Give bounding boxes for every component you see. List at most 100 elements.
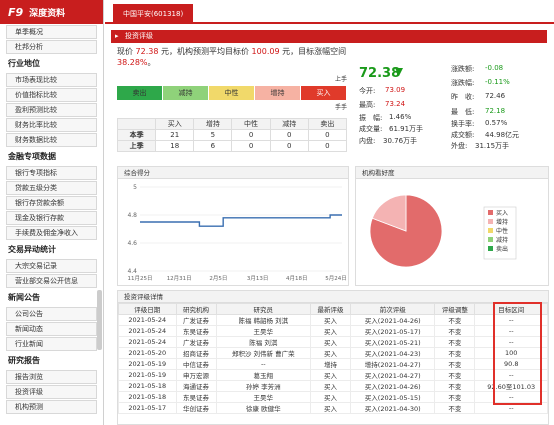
legend-label: 买入 [496, 209, 508, 217]
detail-cell: 90.8 [474, 358, 548, 370]
amp-label: 振 幅: [359, 114, 383, 122]
rating-table-cell: 21 [155, 129, 195, 141]
sidebar-section: 金融专项数据 [8, 152, 56, 161]
chg-label: 涨跌额: [451, 65, 475, 73]
score-trend-panel: 综合得分 5 4.8 4.6 4.4 11月25日 12月31日 2月5日 3月13日 4月18… [117, 166, 349, 286]
rating-segment: 卖出 [117, 86, 163, 100]
detail-cell: 不变 [434, 380, 476, 392]
sidebar-item[interactable]: 价值指标比较 [6, 88, 97, 102]
table-row[interactable]: 2021-05-24 东吴证券 王昊华 买入 买入(2021-05-17) 不变 -- [118, 325, 548, 337]
detail-cell: 买入(2021-04-23) [350, 347, 436, 359]
sidebar-item[interactable]: 贷款五级分类 [6, 181, 97, 195]
rating-table-cell: 0 [231, 129, 271, 141]
legend-swatch [488, 246, 493, 251]
sidebar-item[interactable]: 新闻动态 [6, 322, 97, 336]
prev-value: 72.46 [485, 92, 506, 100]
sidebar-item[interactable]: 行业新闻 [6, 337, 97, 351]
detail-cell: 买入(2021-05-15) [350, 391, 436, 403]
summary-text: 。 [147, 58, 156, 67]
detail-header: 评级日期 [118, 303, 177, 315]
table-row[interactable]: 2021-05-19 中信证券 -- 增持 增持(2021-04-27) 不变 90.8 [118, 358, 548, 370]
sidebar-item[interactable]: 盈利预测比较 [6, 103, 97, 117]
table-row[interactable]: 2021-05-20 招商证券 郑积沙 刘伟新 曹广荣 买入 买入(2021-04-23… [118, 347, 548, 359]
detail-cell: 买入 [309, 314, 352, 326]
amount-label: 成交额: [451, 131, 475, 139]
chgp-label: 涨跌幅: [451, 79, 475, 87]
detail-cell: 陈福 韩韶杨 刘淇 [215, 314, 312, 326]
sidebar-item[interactable]: 银行存贷款余额 [6, 196, 97, 210]
sidebar-item[interactable]: 投资评级 [6, 385, 97, 399]
sidebar-item[interactable]: 市场表现比较 [6, 73, 97, 87]
tab-stock[interactable]: 中国平安(601318) [113, 4, 194, 24]
amount-value: 44.98亿元 [485, 131, 520, 139]
table-row[interactable]: 2021-05-19 申万宏源 葛玉翔 买入 买入(2021-04-27) 不变 -- [118, 369, 548, 381]
table-row[interactable]: 2021-05-24 广发证券 陈福 刘淇 买入 买入(2021-05-21) 不变 -- [118, 336, 548, 348]
sidebar-item[interactable]: 财务数据比较 [6, 133, 97, 147]
detail-cell: 买入(2021-04-26) [350, 380, 436, 392]
rating-count-table: 买入 增持 中性 减持 卖出 本季 21 5 0 0 0 上季 18 6 0 0 0 [116, 118, 348, 152]
score-line [140, 214, 342, 227]
low-label: 最 低: [451, 108, 475, 116]
sidebar-item[interactable]: 营业部交易公开信息 [6, 274, 97, 288]
x-tick-label: 12月31日 [167, 275, 192, 282]
detail-cell: 2021-05-19 [118, 358, 177, 370]
detail-cell: 2021-05-24 [118, 336, 177, 348]
sidebar-section: 行业地位 [8, 59, 40, 68]
sidebar-section: 研究报告 [8, 356, 40, 365]
detail-cell: 2021-05-18 [118, 391, 177, 403]
detail-cell: 买入 [309, 369, 352, 381]
table-row[interactable]: 2021-05-18 海通证券 孙婷 李芳洲 买入 买入(2021-04-26) 不变 92… [118, 380, 548, 392]
sidebar-item[interactable]: 现金及银行存款 [6, 211, 97, 225]
sidebar-scrollbar[interactable] [97, 290, 102, 350]
sidebar-section: 新闻公告 [8, 293, 40, 302]
rating-table-cell: 18 [155, 140, 195, 152]
sidebar-item[interactable]: 公司公告 [6, 307, 97, 321]
detail-cell: -- [215, 358, 312, 370]
detail-header: 目标区间 [474, 303, 548, 315]
table-row[interactable]: 2021-05-18 东吴证券 王昊华 买入 买入(2021-05-15) 不变 -- [118, 391, 548, 403]
inner-value: 30.76万手 [383, 137, 418, 145]
rating-detail-title: 投资评级详情 [118, 291, 548, 303]
detail-cell: 葛玉翔 [215, 369, 312, 381]
legend-label: 减持 [496, 236, 508, 244]
detail-cell: -- [474, 314, 548, 326]
sidebar-item[interactable]: 报告浏览 [6, 370, 97, 384]
sidebar-item[interactable]: 单季概况 [6, 25, 97, 39]
detail-cell: -- [474, 369, 548, 381]
detail-cell: -- [474, 325, 548, 337]
prev-label: 昨 收: [451, 93, 475, 101]
sentiment-pie-chart: 买入增持中性减持卖出 [369, 194, 517, 268]
detail-cell: 92.60至101.03 [474, 380, 548, 392]
detail-cell: 买入(2021-04-27) [350, 369, 436, 381]
rating-table-header: 卖出 [307, 118, 348, 130]
detail-cell: 买入(2021-05-21) [350, 336, 436, 348]
sidebar-item[interactable]: 机构预测 [6, 400, 97, 414]
detail-cell: 买入 [309, 380, 352, 392]
sidebar-section: 交易异动统计 [8, 245, 56, 254]
detail-cell: 买入(2021-05-17) [350, 325, 436, 337]
sidebar-item[interactable]: 财务比率比较 [6, 118, 97, 132]
high-label: 最高: [359, 101, 376, 109]
turnover-label: 换手率: [451, 120, 475, 128]
detail-cell: 东吴证券 [175, 325, 217, 337]
table-row[interactable]: 2021-05-24 广发证券 陈福 韩韶杨 刘淇 买入 买入(2021-04-26) 不… [118, 314, 548, 326]
sidebar-item[interactable]: 手续费及佣金净收入 [6, 226, 97, 240]
rating-table-cell: 上季 [116, 140, 157, 152]
summary-text: 元，机构预测平均目标价 [158, 47, 252, 56]
rating-summary: 现价 72.38 元，机构预测平均目标价 100.09 元，目标涨幅空间 38.2… [117, 46, 357, 68]
y-tick-label: 4.6 [127, 240, 137, 247]
rating-up-label: 上手 [334, 76, 347, 83]
rating-segment: 增持 [255, 86, 301, 100]
detail-cell: 华创证券 [175, 402, 217, 414]
sidebar-item[interactable]: 杜邦分析 [6, 40, 97, 54]
sidebar-item[interactable]: 大宗交易记录 [6, 259, 97, 273]
detail-cell: 不变 [434, 391, 476, 403]
detail-cell: 王昊华 [215, 325, 312, 337]
rating-segment: 减持 [163, 86, 209, 100]
sidebar-item[interactable]: 银行专项指标 [6, 166, 97, 180]
detail-cell: 不变 [434, 347, 476, 359]
legend-swatch [488, 228, 493, 233]
rating-table-cell: 0 [269, 140, 309, 152]
table-row[interactable]: 2021-05-17 华创证券 徐康 欧健华 买入 买入(2021-04-30) 不变 -- [118, 402, 548, 414]
open-label: 今开: [359, 87, 376, 95]
